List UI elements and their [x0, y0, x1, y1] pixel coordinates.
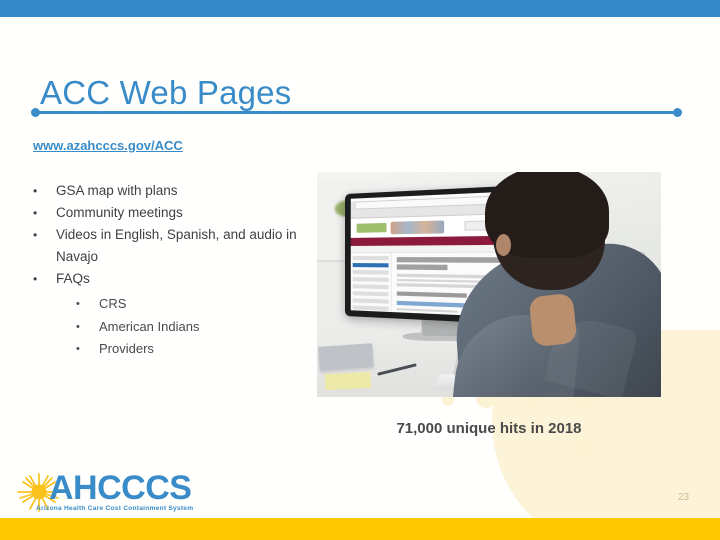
decorative-dot: [526, 442, 542, 458]
list-item: • GSA map with plans: [33, 180, 303, 202]
photo-sidebar-item: [352, 284, 389, 290]
sub-bullet-list: • CRS • American Indians • Providers: [33, 293, 303, 361]
logo-tagline: Arizona Health Care Cost Containment Sys…: [36, 505, 194, 512]
bullet-marker-icon: •: [76, 320, 80, 333]
photo-caption: 71,000 unique hits in 2018: [396, 420, 582, 437]
top-blue-band: [0, 0, 720, 17]
photo-sidebar-item: [352, 298, 389, 304]
list-item-label: Community meetings: [56, 205, 183, 220]
photo-sidebar-item: [352, 277, 389, 282]
bullet-marker-icon: •: [33, 228, 38, 242]
list-item-label: FAQs: [56, 271, 90, 286]
bullet-marker-icon: •: [76, 343, 80, 355]
photo-site-logo: [356, 222, 387, 233]
photo-sidebar-item: [352, 305, 389, 311]
list-item: • Community meetings: [33, 202, 303, 224]
photo-person-ear: [496, 234, 511, 256]
bottom-yellow-band: [0, 518, 720, 540]
photo-content-heading: [396, 257, 514, 263]
sub-list-item-label: Providers: [99, 341, 154, 356]
photo-sticky-note: [324, 371, 372, 391]
bullet-marker-icon: •: [33, 272, 38, 286]
photo-sidebar-item: [352, 291, 389, 297]
page-number: 23: [678, 492, 690, 503]
photo-content-line: [396, 312, 450, 318]
photo-content-subheading: [396, 290, 468, 298]
bullet-marker-icon: •: [33, 184, 38, 198]
bullet-list: • GSA map with plans • Community meeting…: [33, 180, 303, 361]
photo-content-heading: [396, 264, 448, 271]
sub-list-item: • CRS: [76, 293, 303, 316]
sub-list-item: • Providers: [76, 338, 303, 361]
photo-person-neck: [528, 292, 578, 348]
sub-list-item: • American Indians: [76, 316, 303, 339]
list-item: • Videos in English, Spanish, and audio …: [33, 224, 303, 268]
slide-canvas: ACC Web Pages www.azahcccs.gov/ACC • GSA…: [0, 0, 720, 540]
photo-sidebar-item: [352, 256, 389, 261]
photo-notebook: [318, 343, 374, 371]
title-rule-dot-right: [673, 108, 682, 117]
photo-sidebar-item-active: [352, 263, 389, 268]
list-item-label: Videos in English, Spanish, and audio in…: [56, 227, 297, 264]
website-url-link[interactable]: www.azahcccs.gov/ACC: [33, 138, 183, 153]
bullet-marker-icon: •: [33, 206, 38, 220]
title-rule-dot-left: [31, 108, 40, 117]
photo-site-sidebar: [350, 252, 392, 319]
page-title: ACC Web Pages: [40, 74, 292, 111]
title-divider-rule: [36, 111, 678, 114]
website-usage-photo: [317, 172, 661, 397]
bullet-marker-icon: •: [76, 298, 80, 310]
photo-site-banner-image: [390, 219, 445, 234]
decorative-dot: [570, 434, 596, 460]
sub-list-item-label: CRS: [99, 296, 127, 311]
photo-sidebar-item: [352, 270, 389, 275]
list-item: • FAQs: [33, 268, 303, 290]
logo-wordmark: AHCCCS: [49, 469, 192, 507]
sub-list-item-label: American Indians: [99, 318, 200, 334]
list-item-label: GSA map with plans: [56, 183, 178, 198]
ahcccs-logo: AHCCCS Arizona Health Care Cost Containm…: [16, 469, 194, 516]
